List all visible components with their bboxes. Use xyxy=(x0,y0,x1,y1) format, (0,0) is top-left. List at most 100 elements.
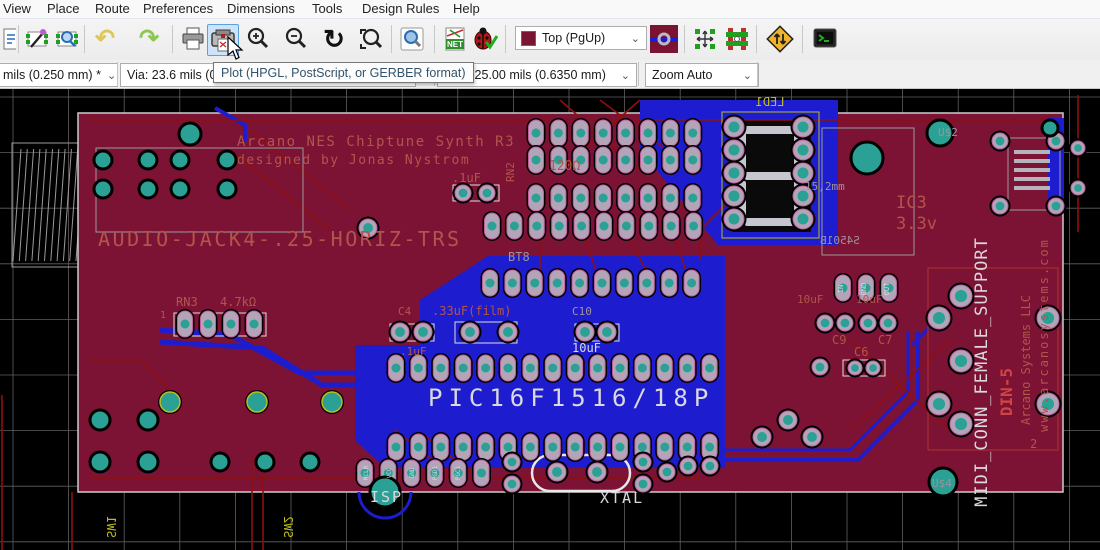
footprint-edit-icon xyxy=(24,26,50,52)
main-toolbar: ↶ ↷ ↻ NET Top (PgUp xyxy=(0,19,1100,61)
mount-pad xyxy=(138,452,158,472)
redo-button[interactable]: ↷ xyxy=(134,24,164,54)
layer-color-swatch xyxy=(521,31,536,46)
scripting-console-button[interactable] xyxy=(810,24,840,54)
edit-footprint-button[interactable] xyxy=(22,24,52,54)
zoom-fit-button[interactable] xyxy=(355,24,385,54)
menu-preferences[interactable]: Preferences xyxy=(143,1,213,16)
mount-pad xyxy=(218,151,236,169)
menu-help[interactable]: Help xyxy=(453,1,480,16)
pcb-text: PGD1 xyxy=(432,465,439,480)
zoom-selector[interactable]: Zoom Auto ⌄ xyxy=(645,63,759,87)
undo-icon: ↶ xyxy=(95,27,115,51)
pcb-text: U$4 xyxy=(932,477,952,490)
pcb-text: VCC xyxy=(386,467,393,478)
menu-view[interactable]: View xyxy=(3,1,31,16)
find-icon xyxy=(399,26,425,52)
chevron-down-icon: ⌄ xyxy=(625,32,646,45)
pcb-text: PGC1 xyxy=(455,465,462,480)
footprint-mode-button[interactable] xyxy=(690,24,720,54)
mouse-cursor xyxy=(226,36,248,67)
pcb-text: 4.7kΩ xyxy=(220,295,256,309)
ladybug-check-icon xyxy=(472,26,498,52)
zoom-in-icon xyxy=(245,26,271,52)
highway-arrows-icon xyxy=(766,25,794,53)
toolbar-separator xyxy=(18,25,19,53)
mount-pad xyxy=(90,410,110,430)
printer-icon xyxy=(180,26,206,52)
zoom-out-button[interactable] xyxy=(281,24,311,54)
pcb-text: C7 xyxy=(878,333,892,347)
pcb-text: 3.3v xyxy=(896,214,937,234)
undo-button[interactable]: ↶ xyxy=(90,24,120,54)
microwave-tools-button[interactable] xyxy=(765,24,795,54)
pcb-text: www.arcanosystems.com xyxy=(1037,238,1051,432)
toolbar-separator xyxy=(756,25,757,53)
cutoff-toolbar-button[interactable] xyxy=(0,24,18,54)
toolbar-separator xyxy=(684,25,685,53)
pcb-text: 120Ω xyxy=(549,159,580,174)
tooltip-text: Plot (HPGL, PostScript, or GERBER format… xyxy=(221,66,466,80)
menu-tools[interactable]: Tools xyxy=(312,1,342,16)
footprint-view-icon xyxy=(54,26,80,52)
pcb-text: IN xyxy=(837,285,845,293)
mount-pad xyxy=(94,180,112,198)
tracks-crossing-icon xyxy=(724,26,750,52)
chevron-down-icon: ⌄ xyxy=(101,69,118,82)
slot-pad xyxy=(160,392,180,412)
pcbnew-window: Arcano NES Chiptune Synth R3designed by … xyxy=(0,0,1100,550)
track-width-value: mils (0.250 mm) * xyxy=(3,68,101,82)
mount-pad xyxy=(301,453,319,471)
track-width-selector[interactable]: mils (0.250 mm) * ⌄ xyxy=(0,63,118,87)
footprint-move-icon xyxy=(692,26,718,52)
toolbar-separator xyxy=(505,25,506,53)
layer-selector[interactable]: Top (PgUp) ⌄ xyxy=(515,26,647,50)
plot-tooltip: Plot (HPGL, PostScript, or GERBER format… xyxy=(213,62,474,83)
netlist-button[interactable]: NET xyxy=(440,24,470,54)
toolbar-separator xyxy=(802,25,803,53)
pcb-text: AUDIO-JACK4-.25-HORIZ-TRS xyxy=(98,227,462,251)
pcb-text: 10uF xyxy=(797,293,824,306)
mount-pad xyxy=(139,151,157,169)
print-button[interactable] xyxy=(178,24,208,54)
menu-place[interactable]: Place xyxy=(47,1,80,16)
view-footprint-button[interactable] xyxy=(52,24,82,54)
pcb-text: S4501B xyxy=(820,234,860,247)
pcb-text: OUT xyxy=(883,282,891,295)
drc-button[interactable] xyxy=(470,24,500,54)
netlist-icon: NET xyxy=(442,26,468,52)
pcb-text: LED1 xyxy=(756,95,785,109)
pcb-text: C4 xyxy=(398,305,412,318)
mount-pad xyxy=(256,453,274,471)
zoom-out-icon xyxy=(283,26,309,52)
pcb-text: C6 xyxy=(854,345,868,359)
menu-route[interactable]: Route xyxy=(95,1,130,16)
redo-icon: ↷ xyxy=(139,27,159,51)
toolbar-separator xyxy=(757,62,758,86)
menu-design-rules[interactable]: Design Rules xyxy=(362,1,439,16)
pcb-text: .1uF xyxy=(452,171,481,185)
pcb-text: C10 xyxy=(572,305,592,318)
mount-pad xyxy=(138,410,158,430)
track-mode-button[interactable] xyxy=(722,24,752,54)
mount-pad xyxy=(179,123,201,145)
via-layer-toggle-button[interactable] xyxy=(650,25,678,53)
pcb-text: MIDI_CONN_FEMALE_SUPPORT xyxy=(972,237,992,507)
toolbar-separator xyxy=(434,25,435,53)
toolbar-separator xyxy=(391,25,392,53)
menu-bar: View Place Route Preferences Dimensions Tools… xyxy=(0,0,1100,19)
find-button[interactable] xyxy=(397,24,427,54)
slot-pad xyxy=(247,392,267,412)
pcb-text: XTAL xyxy=(600,489,644,507)
chevron-down-icon: ⌄ xyxy=(615,69,636,82)
mount-pad xyxy=(211,453,229,471)
toolbar-separator xyxy=(117,62,118,86)
pcb-text: SW1 xyxy=(104,516,118,538)
pcb-text: MCLR xyxy=(363,465,370,480)
menu-dimensions[interactable]: Dimensions xyxy=(227,1,295,16)
pcb-text: DIN-5 xyxy=(997,368,1016,416)
pcb-text: GND xyxy=(860,283,868,296)
redraw-button[interactable]: ↻ xyxy=(319,24,349,54)
pcb-text: .1uF xyxy=(400,345,427,358)
pcb-text: Arcano NES Chiptune Synth R3 xyxy=(237,134,515,150)
